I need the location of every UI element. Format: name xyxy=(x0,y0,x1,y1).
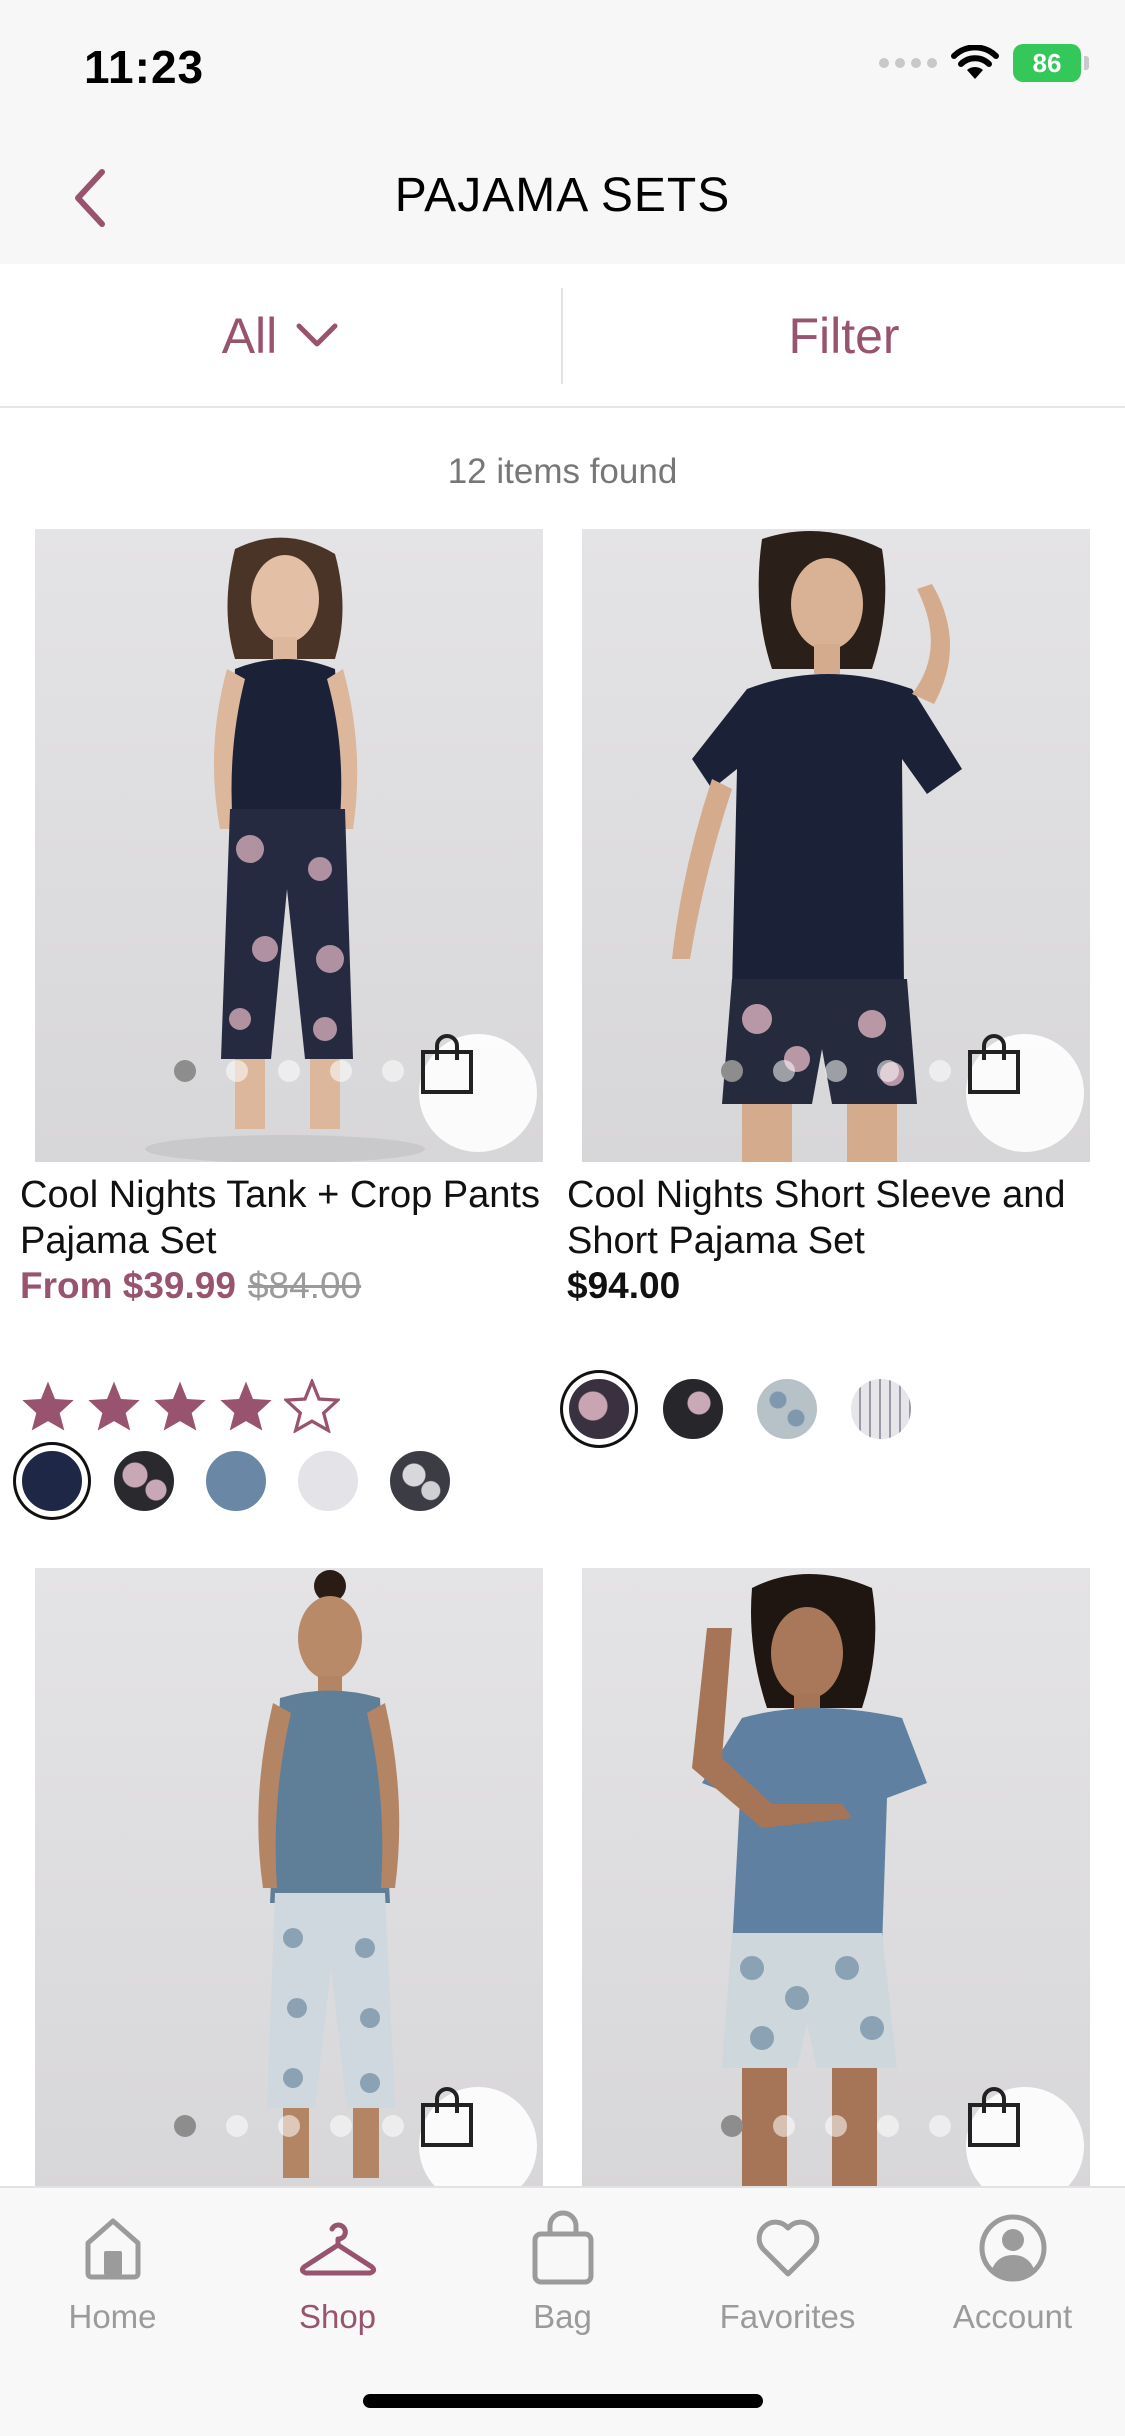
bag-icon xyxy=(532,2210,593,2285)
bag-icon xyxy=(421,1034,473,1094)
tab-label: Account xyxy=(952,2298,1073,2335)
color-swatch[interactable] xyxy=(296,1449,360,1513)
product-card[interactable]: Cool Nights Tank + Crop Pants Pajama Set… xyxy=(20,529,546,1529)
home-indicator[interactable] xyxy=(363,2394,763,2408)
original-price: $84.00 xyxy=(247,1265,362,1306)
product-card[interactable] xyxy=(20,1568,546,2188)
product-image[interactable] xyxy=(35,529,543,1162)
color-swatch[interactable] xyxy=(849,1377,913,1441)
filter-button[interactable]: Filter xyxy=(563,264,1125,408)
color-swatch[interactable] xyxy=(204,1449,268,1513)
tab-account[interactable]: Account xyxy=(900,2206,1125,2356)
star-rating xyxy=(20,1379,340,1433)
home-icon xyxy=(85,2218,140,2280)
tab-favorites[interactable]: Favorites xyxy=(675,2206,900,2356)
star-icon xyxy=(22,1381,74,1431)
product-name[interactable]: Cool Nights Short Sleeve and Short Pajam… xyxy=(567,1172,1087,1264)
chevron-down-icon xyxy=(296,323,338,347)
category-dropdown-label: All xyxy=(221,308,278,364)
cellular-signal-icon xyxy=(879,58,937,68)
tab-label: Home xyxy=(68,2298,157,2335)
product-price: From $39.99 $84.00 xyxy=(20,1265,361,1307)
product-image[interactable] xyxy=(582,529,1090,1162)
color-swatch[interactable] xyxy=(388,1449,452,1513)
color-swatch[interactable] xyxy=(567,1377,631,1441)
hanger-icon xyxy=(299,2222,376,2276)
product-image[interactable] xyxy=(35,1568,543,2188)
status-bar: 11:23 86 xyxy=(0,0,1125,132)
bag-icon xyxy=(968,1034,1020,1094)
product-card[interactable] xyxy=(567,1568,1093,2188)
star-icon xyxy=(154,1381,206,1431)
tab-label: Bag xyxy=(533,2298,592,2335)
wifi-icon xyxy=(951,45,999,79)
color-swatch[interactable] xyxy=(20,1449,84,1513)
star-icon xyxy=(220,1381,272,1431)
star-icon xyxy=(88,1381,140,1431)
battery-level: 86 xyxy=(1032,47,1062,78)
product-price: $94.00 xyxy=(567,1265,680,1307)
page-title: PAJAMA SETS xyxy=(394,169,731,222)
status-indicators: 86 xyxy=(879,44,1089,82)
color-swatch[interactable] xyxy=(755,1377,819,1441)
product-name[interactable]: Cool Nights Tank + Crop Pants Pajama Set xyxy=(20,1172,540,1264)
tab-home[interactable]: Home xyxy=(0,2206,225,2356)
color-swatch[interactable] xyxy=(661,1377,725,1441)
sale-price: From $39.99 xyxy=(20,1265,236,1306)
add-to-bag-button[interactable] xyxy=(419,1034,537,1152)
add-to-bag-button[interactable] xyxy=(966,1034,1084,1152)
navigation-bar: PAJAMA SETS xyxy=(0,132,1125,264)
tab-shop[interactable]: Shop xyxy=(225,2206,450,2356)
filter-button-label: Filter xyxy=(788,308,900,364)
color-swatch[interactable] xyxy=(112,1449,176,1513)
tab-bag[interactable]: Bag xyxy=(450,2206,675,2356)
tab-label: Shop xyxy=(298,2298,377,2335)
regular-price: $94.00 xyxy=(567,1265,681,1306)
battery-icon: 86 xyxy=(1013,44,1089,82)
bag-icon xyxy=(968,2087,1020,2147)
results-count: 12 items found xyxy=(447,452,678,491)
color-swatches xyxy=(20,1449,452,1513)
category-dropdown[interactable]: All xyxy=(0,264,561,408)
product-image[interactable] xyxy=(582,1568,1090,2188)
star-outline-icon xyxy=(284,1379,340,1433)
account-icon xyxy=(979,2214,1046,2282)
heart-icon xyxy=(756,2219,819,2277)
status-time: 11:23 xyxy=(84,41,205,93)
color-swatches xyxy=(567,1377,913,1441)
product-card[interactable]: Cool Nights Short Sleeve and Short Pajam… xyxy=(567,529,1093,1529)
tab-label: Favorites xyxy=(719,2298,856,2335)
bag-icon xyxy=(421,2087,473,2147)
filter-bar: All Filter xyxy=(0,264,1125,408)
